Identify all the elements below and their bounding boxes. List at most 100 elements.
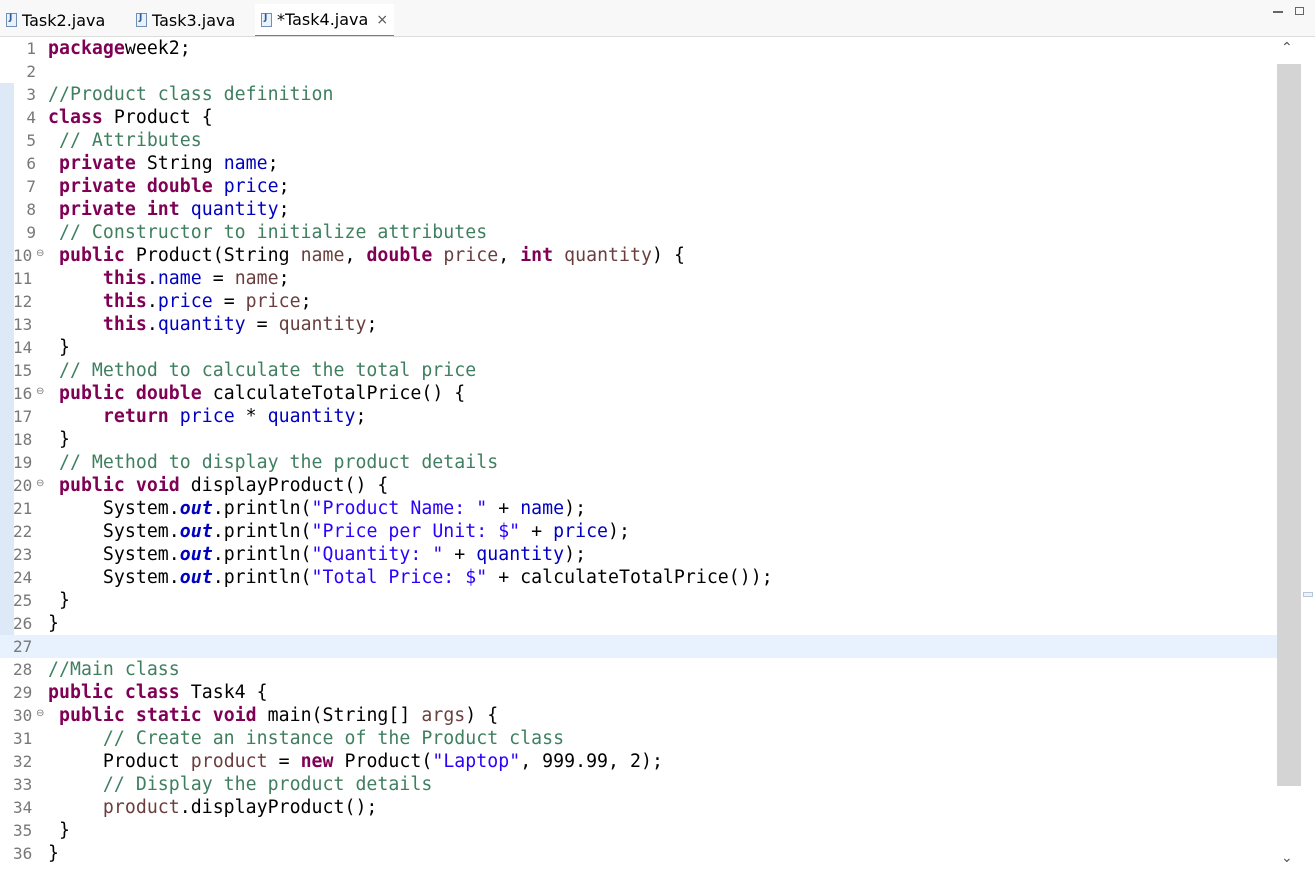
code-line[interactable]: 20 ⊖ public void displayProduct() { bbox=[0, 474, 1277, 497]
code-token: // Constructor to initialize attributes bbox=[58, 222, 488, 243]
code-token: out bbox=[179, 567, 213, 588]
code-line[interactable]: 17 return price * quantity; bbox=[0, 405, 1277, 428]
code-line[interactable]: 15 // Method to calculate the total pric… bbox=[0, 359, 1277, 382]
code-token: price bbox=[179, 406, 235, 427]
code-token: private bbox=[58, 199, 136, 220]
code-line[interactable]: 2 bbox=[0, 60, 1277, 83]
code-line[interactable]: 11 this.name = name; bbox=[0, 267, 1277, 290]
code-line[interactable]: 34 product.displayProduct(); bbox=[0, 796, 1277, 819]
code-token: + bbox=[520, 521, 554, 542]
close-icon[interactable]: × bbox=[376, 12, 388, 28]
code-token: //Main class bbox=[48, 659, 180, 680]
code-token: double bbox=[135, 383, 202, 404]
scroll-down-icon[interactable]: ⌄ bbox=[1281, 850, 1293, 866]
fold-toggle-icon[interactable]: ⊖ bbox=[36, 708, 44, 719]
code-line[interactable]: 18 } bbox=[0, 428, 1277, 451]
code-token: class bbox=[124, 682, 180, 703]
code-line[interactable]: 32 Product product = new Product("Laptop… bbox=[0, 750, 1277, 773]
code-token: ; bbox=[278, 199, 290, 220]
code-token: "Price per Unit: $" bbox=[311, 521, 521, 542]
code-line[interactable]: 21 System.out.println("Product Name: " +… bbox=[0, 497, 1277, 520]
code-line[interactable]: 28 //Main class bbox=[0, 658, 1277, 681]
fold-toggle-icon[interactable]: ⊖ bbox=[36, 478, 44, 489]
tab-label: *Task4.java bbox=[277, 10, 369, 29]
line-number: 23 bbox=[13, 545, 33, 564]
code-line[interactable]: 29 public class Task4 { bbox=[0, 681, 1277, 704]
code-token: price bbox=[553, 521, 609, 542]
code-token: + calculateTotalPrice()); bbox=[487, 567, 773, 588]
code-line[interactable]: 16 ⊖ public double calculateTotalPrice() … bbox=[0, 382, 1277, 405]
code-text: public class Task4 { bbox=[48, 681, 268, 704]
code-line[interactable]: 22 System.out.println("Price per Unit: $… bbox=[0, 520, 1277, 543]
code-token: calculateTotalPrice() { bbox=[201, 383, 466, 404]
code-token: } bbox=[48, 590, 70, 611]
tab-task4[interactable]: *Task4.java × bbox=[255, 4, 395, 37]
code-line[interactable]: 35 } bbox=[0, 819, 1277, 842]
code-line[interactable]: 24 System.out.println("Total Price: $" +… bbox=[0, 566, 1277, 589]
code-token: return bbox=[102, 406, 169, 427]
code-line[interactable]: 3 //Product class definition bbox=[0, 83, 1277, 106]
line-number: 21 bbox=[13, 499, 33, 518]
code-line[interactable]: 12 this.price = price; bbox=[0, 290, 1277, 313]
code-line[interactable]: 4 class Product { bbox=[0, 106, 1277, 129]
code-token: = bbox=[201, 268, 235, 289]
code-editor[interactable]: 1 packageweek2; 2 3//Product class definiti… bbox=[0, 37, 1277, 870]
code-line[interactable]: 5 // Attributes bbox=[0, 129, 1277, 152]
fold-toggle-icon[interactable]: ⊖ bbox=[36, 248, 44, 259]
line-number: 6 bbox=[26, 154, 36, 173]
line-number: 30 bbox=[13, 706, 33, 725]
code-token: name bbox=[234, 268, 279, 289]
code-line[interactable]: 19 // Method to display the product deta… bbox=[0, 451, 1277, 474]
code-token: package bbox=[48, 38, 125, 59]
tab-task3[interactable]: Task3.java bbox=[130, 4, 235, 36]
code-line[interactable]: 9 // Constructor to initialize attribute… bbox=[0, 221, 1277, 244]
code-token: // Method to calculate the total price bbox=[58, 360, 477, 381]
code-line[interactable]: 8 private int quantity; bbox=[0, 198, 1277, 221]
code-token: * bbox=[234, 406, 268, 427]
tab-task2[interactable]: Task2.java bbox=[0, 4, 105, 36]
code-text: // Create an instance of the Product cla… bbox=[48, 727, 564, 750]
minimize-button[interactable] bbox=[1273, 11, 1283, 13]
code-line[interactable]: 36} bbox=[0, 842, 1277, 865]
code-line[interactable]: 23 System.out.println("Quantity: " + qua… bbox=[0, 543, 1277, 566]
code-line[interactable]: 30 ⊖ public static void main(String[] arg… bbox=[0, 704, 1277, 727]
java-file-icon bbox=[6, 13, 17, 27]
code-token: "Quantity: " bbox=[311, 544, 444, 565]
code-line[interactable]: 10 ⊖ public Product(String name, double p… bbox=[0, 244, 1277, 267]
code-line[interactable]: 6 private String name; bbox=[0, 152, 1277, 175]
code-token: Product(String bbox=[124, 245, 301, 266]
code-line[interactable]: 25 } bbox=[0, 589, 1277, 612]
code-token: .displayProduct(); bbox=[179, 797, 378, 818]
scrollbar-thumb[interactable] bbox=[1277, 64, 1301, 786]
code-text: } bbox=[48, 428, 70, 451]
code-line[interactable]: 26} bbox=[0, 612, 1277, 635]
code-text: public static void main(String[] args) { bbox=[48, 704, 498, 727]
scroll-up-icon[interactable]: ⌃ bbox=[1281, 40, 1293, 56]
code-line[interactable]: 13 this.quantity = quantity; bbox=[0, 313, 1277, 336]
code-line[interactable]: 1 packageweek2; bbox=[0, 37, 1277, 60]
code-text: private double price; bbox=[48, 175, 290, 198]
fold-toggle-icon[interactable]: ⊖ bbox=[36, 386, 44, 397]
code-line[interactable]: 14 } bbox=[0, 336, 1277, 359]
code-token: = bbox=[212, 291, 246, 312]
code-token: private bbox=[58, 153, 136, 174]
java-file-icon bbox=[261, 12, 272, 27]
code-text: class Product { bbox=[48, 106, 213, 129]
code-line[interactable]: 33 // Display the product details bbox=[0, 773, 1277, 796]
code-text: //Product class definition bbox=[48, 83, 333, 106]
maximize-button[interactable] bbox=[1295, 7, 1304, 15]
code-token: public bbox=[58, 705, 125, 726]
code-token: = bbox=[245, 314, 279, 335]
code-line[interactable]: 7 private double price; bbox=[0, 175, 1277, 198]
code-text: System.out.println("Total Price: $" + ca… bbox=[48, 566, 773, 589]
code-token: ) { bbox=[465, 705, 499, 726]
code-line[interactable]: 31 // Create an instance of the Product … bbox=[0, 727, 1277, 750]
code-line[interactable]: 27 bbox=[0, 635, 1277, 658]
